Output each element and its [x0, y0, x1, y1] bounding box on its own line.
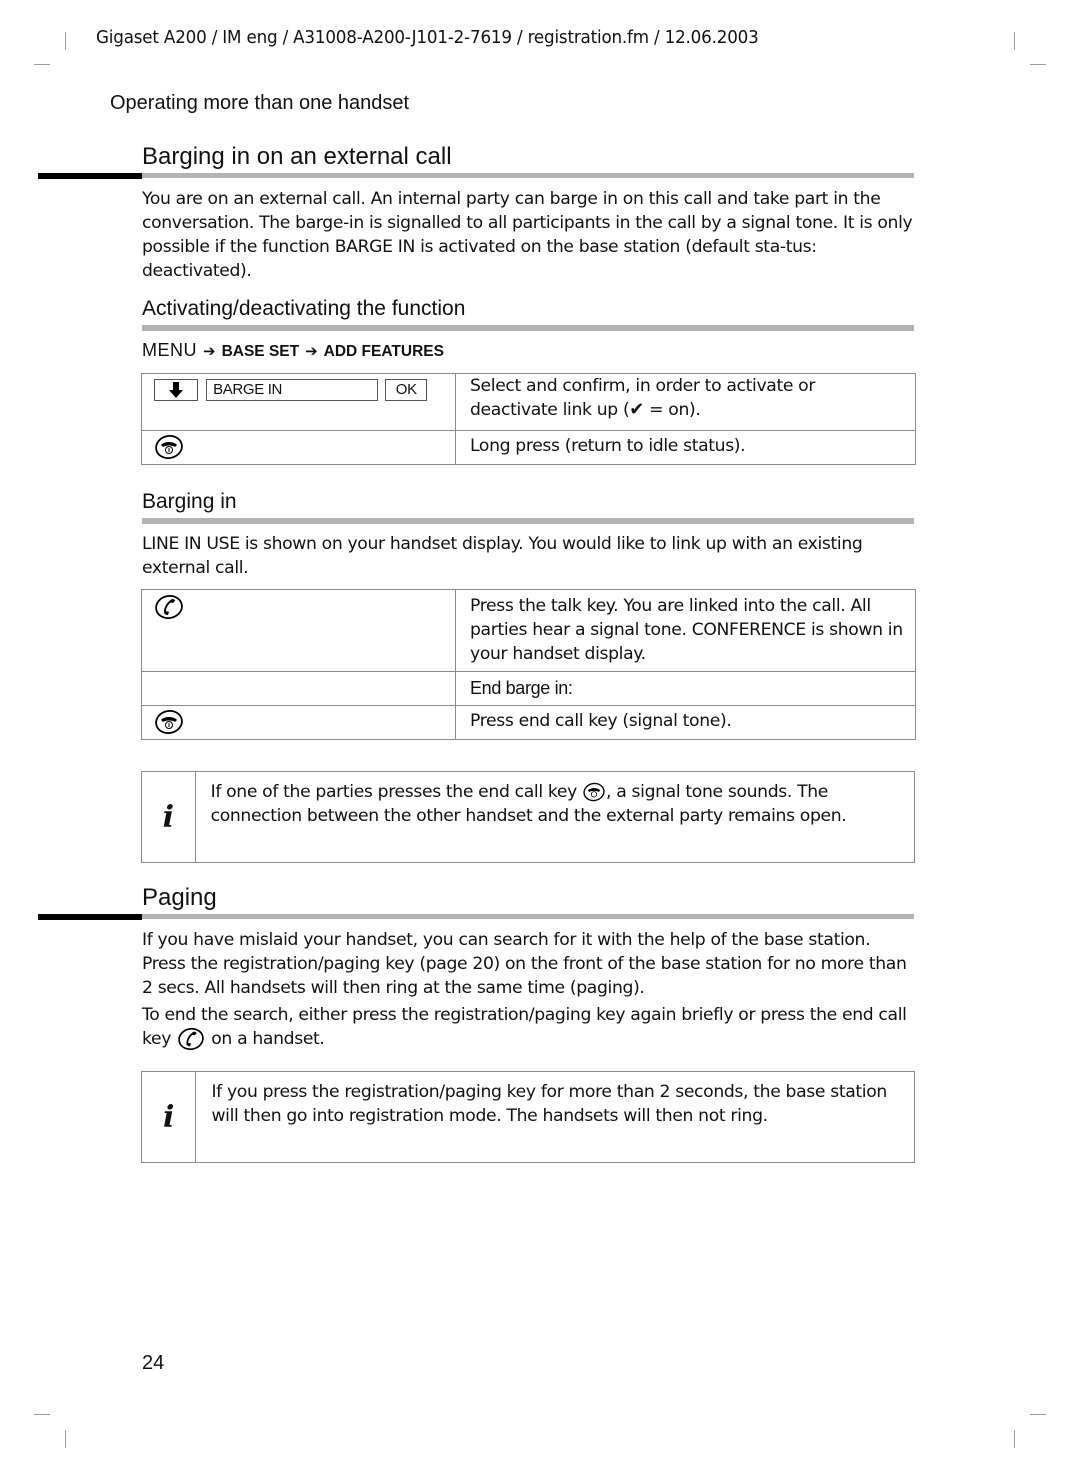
- running-title: Operating more than one handset: [110, 92, 410, 114]
- table-row: Press end call key (signal tone).: [141, 705, 916, 740]
- subsection-title-activating: Activating/deactivating the function: [142, 297, 466, 320]
- document-info-header: Gigaset A200 / IM eng / A31008-A200-J101…: [96, 27, 759, 48]
- step-keys-cell: [141, 705, 456, 740]
- activation-steps-table: BARGE IN OK Select and confirm, in order…: [141, 373, 916, 465]
- step-keys-cell: BARGE IN OK: [141, 373, 456, 431]
- barging-in-intro-paragraph: LINE IN USE is shown on your handset dis…: [142, 534, 863, 578]
- paging-paragraph-1: If you have mislaid your handset, you ca…: [142, 930, 907, 998]
- barging-in-steps-table: Press the talk key. You are linked into …: [141, 589, 916, 740]
- step-keys-cell: [141, 671, 456, 706]
- crop-mark: [65, 32, 66, 50]
- info-icon: i: [142, 1072, 197, 1162]
- section-rule-accent: [38, 914, 142, 920]
- softkey-ok: OK: [385, 379, 428, 401]
- info-note: i If you press the registration/paging k…: [141, 1071, 915, 1163]
- down-arrow-icon: [154, 379, 198, 401]
- step-subheading-end-barge-in: End barge in:: [455, 671, 916, 706]
- section-title-paging: Paging: [142, 884, 217, 911]
- table-row: End barge in:: [141, 671, 916, 706]
- barging-intro-paragraph: You are on an external call. An internal…: [142, 189, 913, 281]
- talk-key-icon: [154, 595, 184, 619]
- section-rule-accent: [38, 173, 142, 179]
- end-call-key-icon: [154, 710, 184, 734]
- display-option-barge-in: BARGE IN: [206, 379, 379, 401]
- talk-key-icon: [176, 1027, 206, 1051]
- menu-label: MENU: [142, 340, 197, 360]
- end-call-key-icon: [582, 782, 606, 802]
- subsection-rule: [142, 325, 914, 331]
- page-number: 24: [142, 1352, 165, 1374]
- crop-mark: [1030, 1414, 1046, 1415]
- info-icon: i: [142, 772, 196, 862]
- step-description: Press the talk key. You are linked into …: [455, 589, 916, 672]
- checkmark-icon: ✔: [629, 399, 645, 420]
- info-note-text: If one of the parties presses the end ca…: [210, 782, 847, 826]
- step-description: Press end call key (signal tone).: [455, 705, 916, 740]
- section-rule: [142, 914, 914, 919]
- table-row: BARGE IN OK Select and confirm, in order…: [141, 373, 916, 431]
- crop-mark: [1030, 64, 1046, 65]
- right-arrow-icon: ➔: [203, 342, 216, 360]
- step-keys-cell: [141, 589, 456, 672]
- subsection-title-barging-in: Barging in: [142, 490, 237, 513]
- crop-mark: [65, 1430, 66, 1448]
- crop-mark: [1014, 32, 1015, 50]
- step-keys-cell: [141, 430, 456, 465]
- section-rule: [142, 173, 914, 178]
- paging-paragraph-2: To end the search, either press the regi…: [142, 1003, 917, 1051]
- info-note: i If one of the parties presses the end …: [141, 771, 915, 863]
- table-row: Press the talk key. You are linked into …: [141, 589, 916, 672]
- info-note-text: If you press the registration/paging key…: [211, 1082, 887, 1126]
- crop-mark: [1014, 1430, 1015, 1448]
- end-call-key-icon: [154, 435, 184, 459]
- menu-item-add-features: ADD FEATURES: [323, 343, 444, 360]
- menu-item-base-set: BASE SET: [221, 343, 300, 360]
- subsection-rule: [142, 518, 914, 524]
- section-title-barging: Barging in on an external call: [142, 143, 452, 170]
- crop-mark: [34, 1414, 50, 1415]
- right-arrow-icon: ➔: [305, 342, 318, 360]
- table-row: Long press (return to idle status).: [141, 430, 916, 465]
- step-description: Select and confirm, in order to activate…: [455, 373, 916, 431]
- crop-mark: [34, 64, 50, 65]
- menu-path: MENU ➔ BASE SET ➔ ADD FEATURES: [142, 340, 444, 361]
- step-description: Long press (return to idle status).: [455, 430, 916, 465]
